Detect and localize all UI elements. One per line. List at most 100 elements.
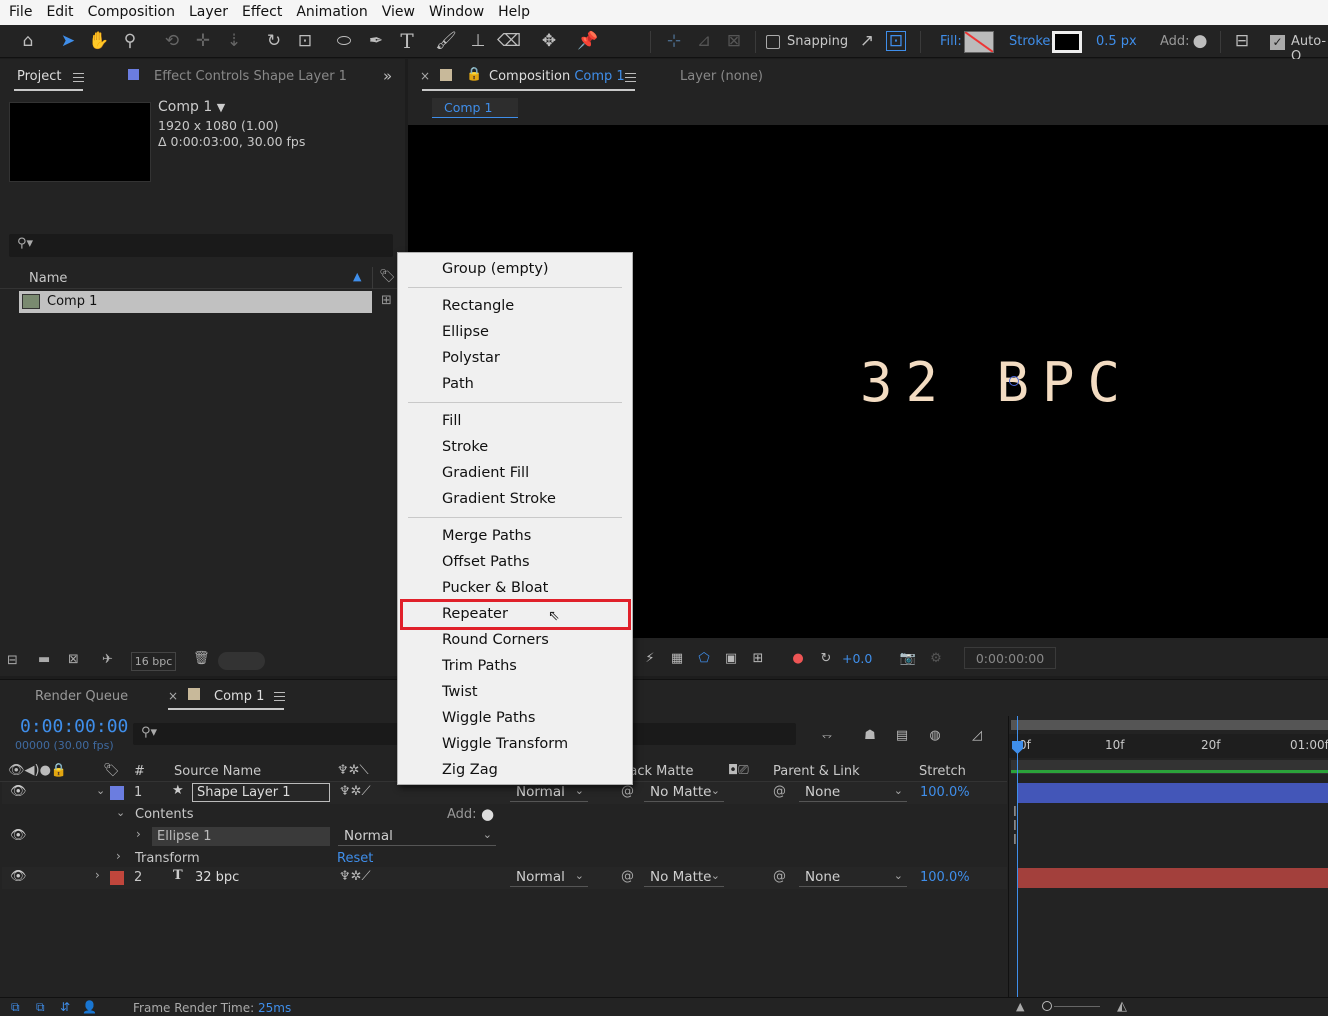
text-layer-eye-icon[interactable]: 👁 — [10, 869, 27, 884]
rotation-tool-icon[interactable]: ↻ — [262, 29, 286, 53]
shape-layer-duration-bar[interactable] — [1017, 783, 1328, 803]
label-column-icon[interactable]: 🏷 — [103, 763, 120, 778]
text-layer-expand-chevron-icon[interactable]: › — [95, 868, 100, 882]
menu-item-path[interactable]: Path — [398, 372, 632, 396]
menu-item-gradient-stroke[interactable]: Gradient Stroke — [398, 487, 632, 511]
composition-menu-icon[interactable] — [625, 73, 636, 82]
layer-mode-dropdown[interactable]: Normal ⌄ — [510, 784, 588, 802]
current-time-display[interactable]: 0:00:00:00 — [20, 716, 128, 737]
layer-row-text[interactable]: 👁 › 2 T 32 bpc ♆✲⟋ Normal ⌄ @ No Matte ⌄ @… — [2, 867, 1007, 889]
menu-item-rectangle[interactable]: Rectangle — [398, 294, 632, 318]
tab-effect-controls[interactable]: Effect Controls Shape Layer 1 — [154, 69, 347, 84]
close-timeline-tab-icon[interactable]: × — [168, 689, 178, 703]
video-visibility-eye-icon[interactable]: 👁 — [10, 784, 27, 799]
tab-composition[interactable]: Composition Comp 1 — [489, 69, 625, 84]
layer-expand-chevron-icon[interactable]: ⌄ — [96, 784, 105, 797]
text-layer-duration-bar[interactable] — [1017, 868, 1328, 888]
reset-exposure-icon[interactable]: ↻ — [816, 648, 836, 668]
tab-project[interactable]: Project — [17, 69, 61, 84]
clone-stamp-tool-icon[interactable]: ⊥ — [466, 29, 490, 53]
ellipse-name-field[interactable]: Ellipse 1 — [152, 827, 330, 846]
snap-target-icon[interactable]: ⊡ — [886, 31, 906, 51]
grid-guides-icon[interactable]: ⊞ — [748, 648, 768, 668]
add-circle-icon[interactable]: ● — [1188, 29, 1212, 53]
text-layer-mode-dropdown[interactable]: Normal ⌄ — [510, 869, 588, 887]
project-settings-icon[interactable]: ✈ — [102, 652, 113, 667]
motion-blur-icon[interactable]: ◍ — [924, 724, 946, 746]
layer-name-field[interactable]: Shape Layer 1 — [192, 783, 330, 802]
show-channel-icon[interactable]: ● — [788, 648, 808, 668]
tab-render-queue[interactable]: Render Queue — [35, 689, 128, 704]
pen-tool-icon[interactable]: ✒ — [364, 29, 388, 53]
tab-layer[interactable]: Layer (none) — [680, 69, 763, 84]
menu-item-merge-paths[interactable]: Merge Paths — [398, 524, 632, 548]
text-layer-switches-icons[interactable]: ♆✲⟋ — [339, 869, 371, 884]
render-time-toggle-icon[interactable]: 👤 — [82, 1000, 97, 1014]
ellipse-visibility-eye-icon[interactable]: 👁 — [10, 828, 27, 843]
anchor-point-icon[interactable] — [1009, 376, 1019, 386]
menu-composition[interactable]: Composition — [81, 0, 182, 25]
zoom-slider-handle[interactable] — [1042, 1001, 1052, 1011]
composition-mini-flowchart-icon[interactable]: ⥐ — [816, 724, 838, 746]
interpret-footage-icon[interactable]: ⊟ — [7, 653, 18, 668]
menu-effect[interactable]: Effect — [235, 0, 289, 25]
text-layer-name[interactable]: 32 bpc — [195, 870, 239, 885]
auto-open-checkbox[interactable]: ✓ — [1270, 35, 1285, 50]
text-layer-track-matte-dropdown[interactable]: No Matte ⌄ — [644, 869, 724, 887]
orbit-camera-icon[interactable]: ⟲ — [160, 29, 184, 53]
project-search-input[interactable]: ⚲▾ — [9, 234, 393, 257]
stretch-value[interactable]: 100.0% — [920, 785, 970, 800]
menu-item-trim-paths[interactable]: Trim Paths — [398, 654, 632, 678]
column-track-matte[interactable]: Track Matte — [627, 764, 727, 779]
sort-ascending-icon[interactable]: ▲ — [353, 270, 361, 283]
graph-editor-icon[interactable]: ◿ — [966, 724, 988, 746]
menu-item-fill[interactable]: Fill — [398, 409, 632, 433]
menu-animation[interactable]: Animation — [289, 0, 374, 25]
ellipse-group-row[interactable]: 👁 › Ellipse 1 Normal ⌄ — [2, 826, 1007, 848]
fast-previews-icon[interactable]: ⚡ — [640, 648, 660, 668]
time-ruler[interactable]: 0f 10f 20f 01:00f — [1009, 734, 1328, 758]
align-panel-icon[interactable]: ⊟ — [1230, 29, 1254, 53]
close-tab-icon[interactable]: × — [420, 69, 430, 83]
parent-pickwhip-icon[interactable]: @ — [773, 784, 786, 799]
shy-layers-icon[interactable]: ☗ — [859, 724, 881, 746]
home-icon[interactable]: ⌂ — [16, 29, 40, 53]
hand-tool-icon[interactable]: ✋ — [87, 29, 111, 53]
zoom-out-icon[interactable]: ▲ — [1016, 1000, 1024, 1013]
menu-item-pucker-bloat[interactable]: Pucker & Bloat — [398, 576, 632, 600]
snap-options-icon[interactable]: ↗ — [855, 29, 879, 53]
menu-file[interactable]: File — [0, 0, 39, 25]
pan-camera-icon[interactable]: ✛ — [191, 29, 215, 53]
layer-row-shape[interactable]: 👁 ⌄ 1 ★ Shape Layer 1 ♆✲⟋ Normal ⌄ @ No M… — [2, 782, 1007, 804]
frame-blending-icon[interactable]: ▤ — [891, 724, 913, 746]
region-of-interest-icon[interactable]: ▣ — [721, 648, 741, 668]
transparency-grid-icon[interactable]: ▦ — [667, 648, 687, 668]
pan-behind-tool-icon[interactable]: ⊡ — [293, 29, 317, 53]
zoom-in-icon[interactable]: ◭ — [1117, 999, 1127, 1014]
new-composition-icon[interactable]: ⊠ — [68, 652, 79, 667]
text-layer-matte-link-icon[interactable]: @ — [621, 869, 634, 884]
menu-item-zig-zag[interactable]: Zig Zag — [398, 758, 632, 782]
type-tool-icon[interactable]: T — [395, 29, 419, 53]
matte-link-icon[interactable]: @ — [621, 784, 634, 799]
tab-timeline-comp[interactable]: Comp 1 — [214, 689, 264, 704]
in-out-toggle-icon[interactable]: ⇵ — [60, 1000, 70, 1014]
show-snapshot-icon[interactable]: ⚙ — [926, 648, 946, 668]
column-stretch[interactable]: Stretch — [919, 764, 966, 779]
menu-help[interactable]: Help — [491, 0, 537, 25]
menu-item-wiggle-paths[interactable]: Wiggle Paths — [398, 706, 632, 730]
parent-dropdown[interactable]: None ⌄ — [799, 784, 907, 802]
menu-view[interactable]: View — [375, 0, 422, 25]
column-name[interactable]: Name — [29, 271, 67, 286]
menu-item-offset-paths[interactable]: Offset Paths — [398, 550, 632, 574]
snapping-checkbox[interactable] — [766, 35, 780, 49]
zoom-slider-track[interactable] — [1054, 1006, 1100, 1007]
axis-local-icon[interactable]: ⊹ — [662, 29, 686, 53]
menu-item-wiggle-transform[interactable]: Wiggle Transform — [398, 732, 632, 756]
project-item-row[interactable]: Comp 1 — [19, 291, 372, 313]
column-parent-link[interactable]: Parent & Link — [773, 764, 860, 779]
menu-item-stroke[interactable]: Stroke — [398, 435, 632, 459]
menu-item-twist[interactable]: Twist — [398, 680, 632, 704]
column-number[interactable]: # — [134, 764, 145, 779]
comp-navigator-tab[interactable]: Comp 1 — [432, 98, 518, 118]
